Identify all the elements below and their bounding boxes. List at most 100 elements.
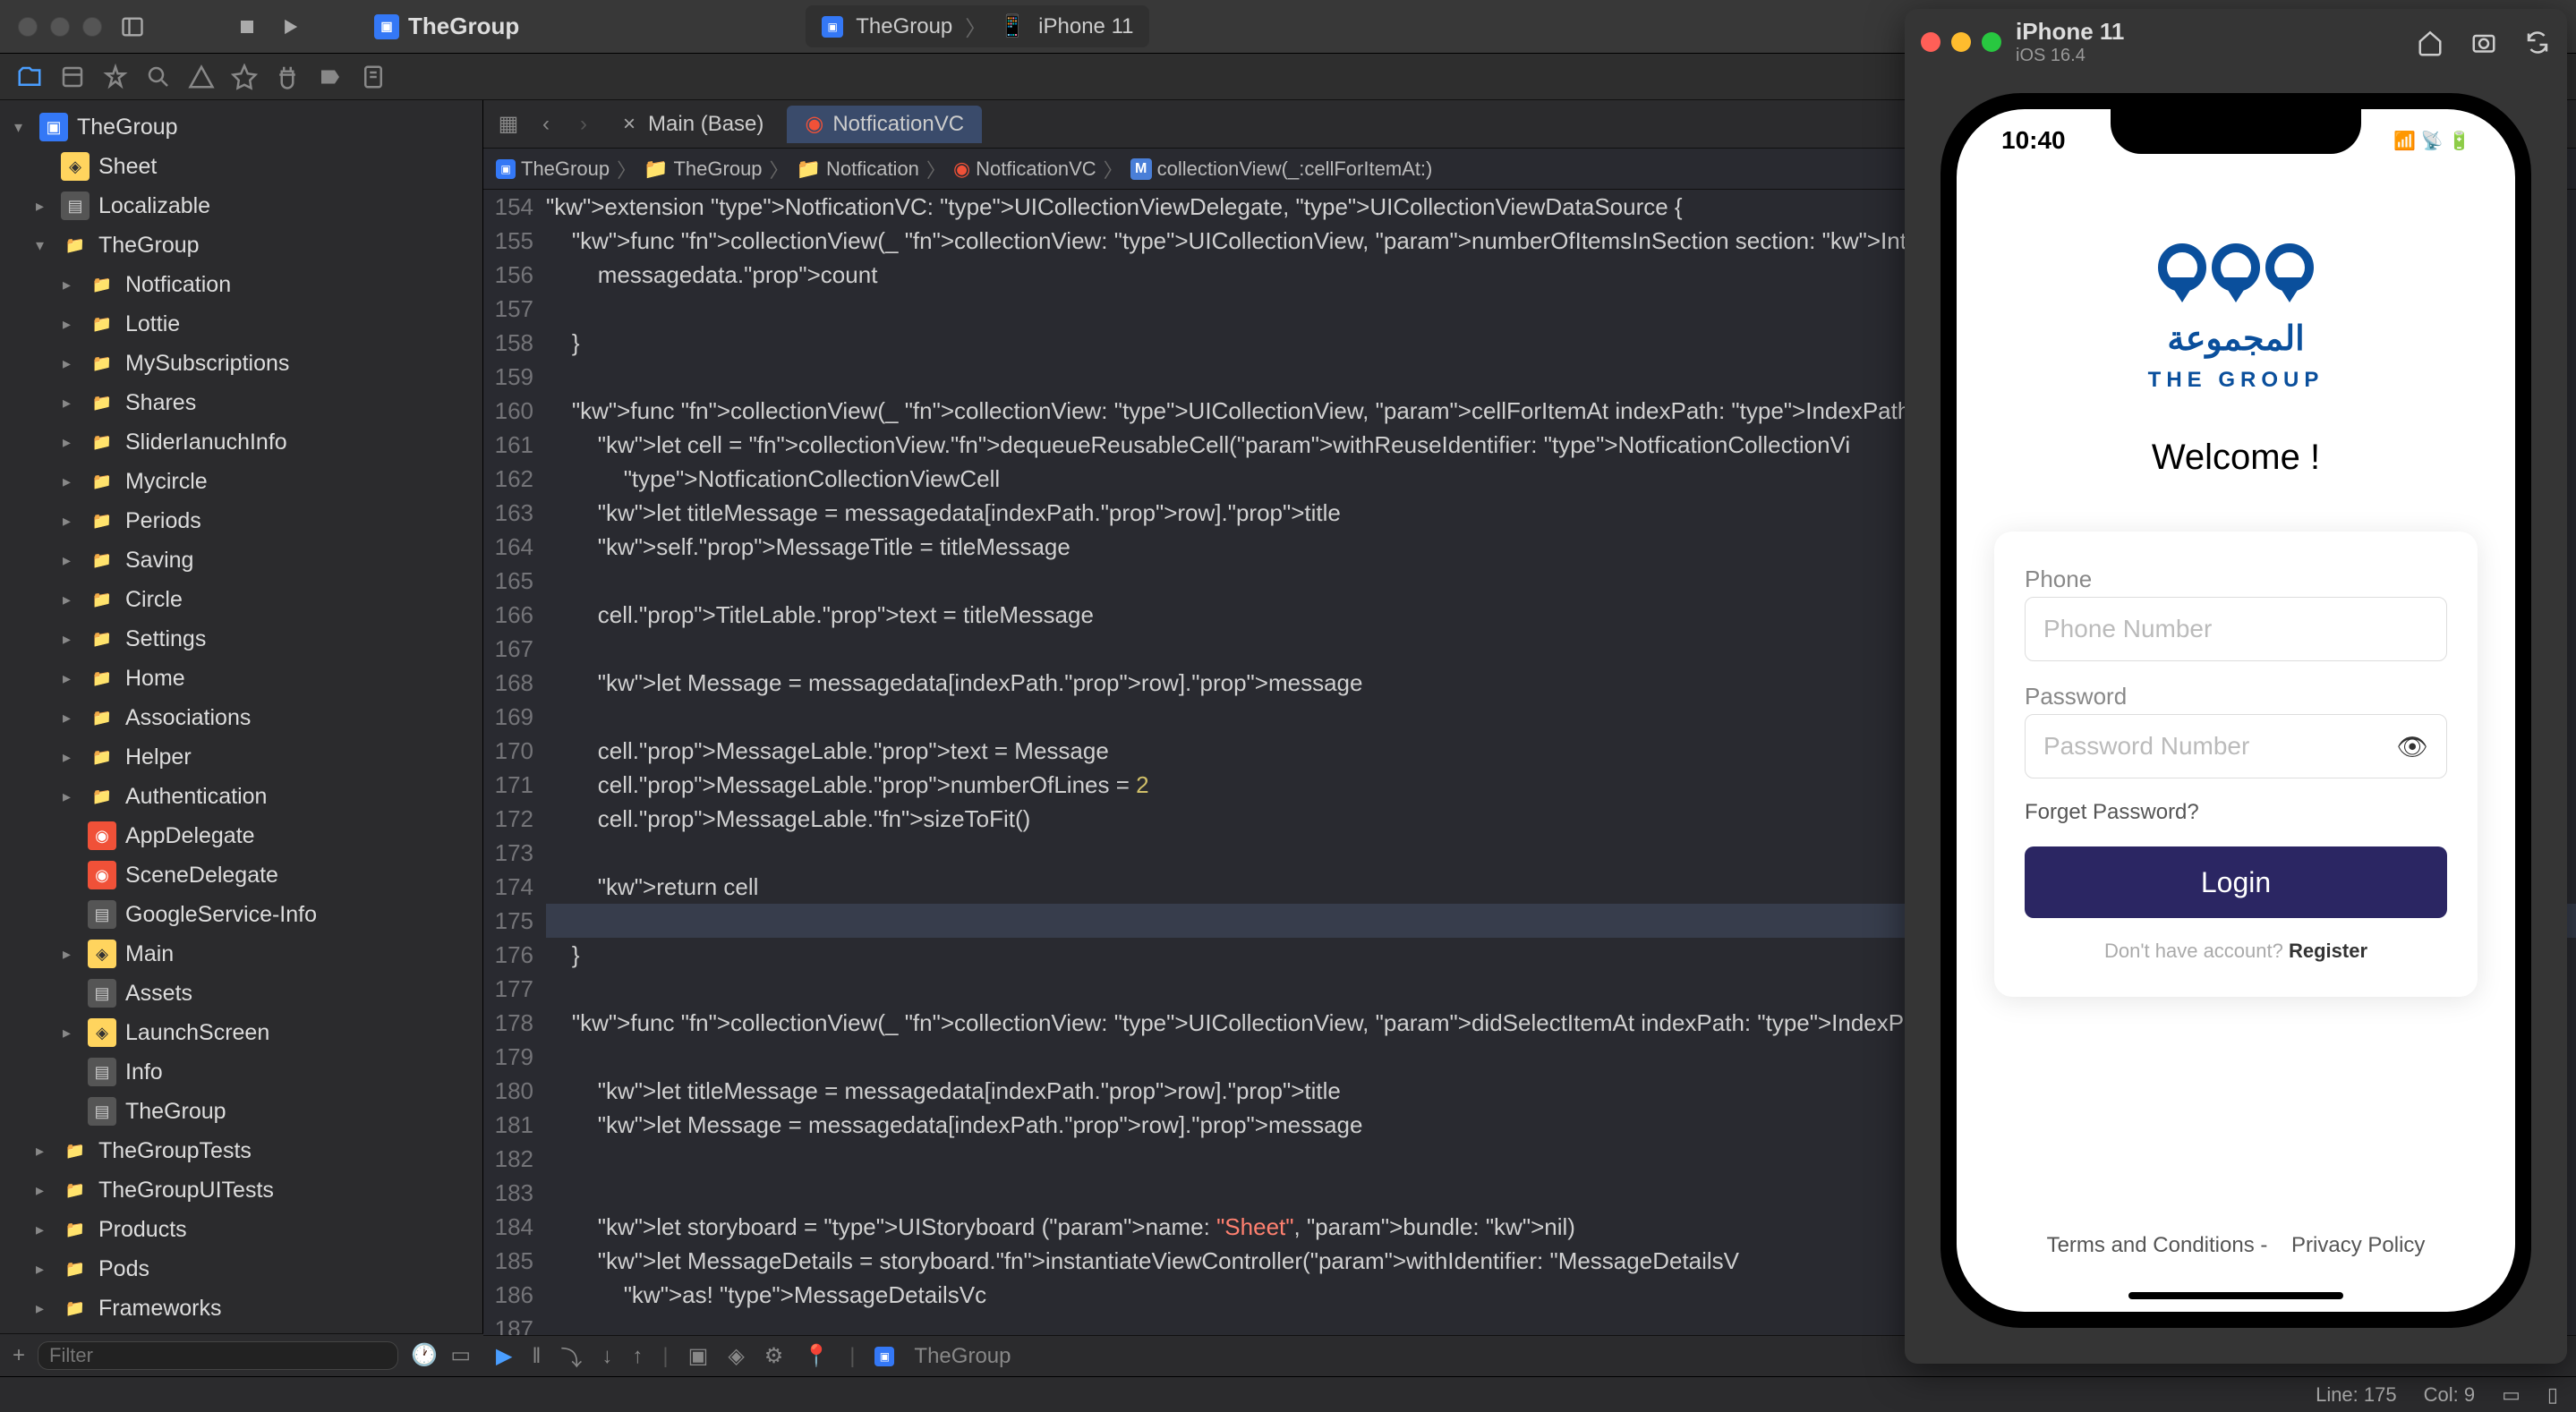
disclosure-icon[interactable]: ▸ bbox=[63, 748, 79, 767]
run-destination[interactable]: ▣ TheGroup 〉 📱 iPhone 11 bbox=[806, 5, 1149, 47]
recent-filter-icon[interactable]: 🕐 bbox=[411, 1342, 438, 1368]
sim-minimize-button[interactable] bbox=[1951, 32, 1971, 52]
step-into-icon[interactable]: ↓ bbox=[601, 1344, 612, 1369]
environment-icon[interactable]: ⚙ bbox=[764, 1343, 784, 1369]
tree-item[interactable]: ▤Info bbox=[0, 1052, 482, 1092]
tree-item[interactable]: ▸📁Circle bbox=[0, 580, 482, 619]
tab-notficationvc[interactable]: ◉ NotficationVC bbox=[787, 106, 982, 143]
crumb-folder2[interactable]: 📁 Notfication bbox=[797, 157, 919, 181]
eye-icon[interactable]: 👁 bbox=[2396, 732, 2428, 761]
login-button[interactable]: Login bbox=[2025, 846, 2447, 918]
simulator-window[interactable]: iPhone 11 iOS 16.4 10:40 📶 📡 🔋 bbox=[1905, 9, 2567, 1364]
close-icon[interactable]: × bbox=[623, 112, 635, 137]
forgot-password-link[interactable]: Forget Password? bbox=[2025, 800, 2447, 825]
project-navigator[interactable]: ▾ ▣ TheGroup ◈Sheet▸▤Localizable▾📁TheGro… bbox=[0, 100, 483, 1376]
disclosure-icon[interactable]: ▸ bbox=[63, 512, 79, 531]
screenshot-icon[interactable] bbox=[2470, 26, 2497, 59]
report-navigator-icon[interactable] bbox=[360, 64, 387, 90]
disclosure-icon[interactable]: ▸ bbox=[63, 394, 79, 413]
rotate-icon[interactable] bbox=[2524, 26, 2551, 59]
disclosure-icon[interactable]: ▸ bbox=[63, 787, 79, 806]
disclosure-icon[interactable]: ▸ bbox=[63, 709, 79, 727]
register-link[interactable]: Register bbox=[2289, 940, 2367, 962]
find-navigator-icon[interactable] bbox=[145, 64, 172, 90]
password-input[interactable]: Password Number 👁 bbox=[2025, 714, 2447, 778]
sim-close-button[interactable] bbox=[1921, 32, 1941, 52]
disclosure-icon[interactable]: ▸ bbox=[36, 1221, 52, 1239]
debug-view-icon[interactable]: ▣ bbox=[688, 1343, 709, 1369]
breakpoint-toggle-icon[interactable]: ▶ bbox=[496, 1343, 512, 1369]
close-window-button[interactable] bbox=[18, 17, 38, 37]
sim-zoom-button[interactable] bbox=[1982, 32, 2001, 52]
disclosure-icon[interactable]: ▸ bbox=[63, 472, 79, 491]
tree-item[interactable]: ▸📁Products bbox=[0, 1210, 482, 1249]
breakpoint-navigator-icon[interactable] bbox=[317, 64, 344, 90]
disclosure-icon[interactable]: ▸ bbox=[63, 315, 79, 334]
tree-item[interactable]: ▤Assets bbox=[0, 974, 482, 1013]
step-over-icon[interactable]: ⤵ bbox=[560, 1340, 582, 1372]
home-indicator[interactable] bbox=[2128, 1292, 2343, 1299]
add-icon[interactable]: + bbox=[13, 1343, 25, 1368]
disclosure-icon[interactable]: ▸ bbox=[63, 354, 79, 373]
disclosure-icon[interactable]: ▸ bbox=[63, 669, 79, 688]
tree-item[interactable]: ▸📁MySubscriptions bbox=[0, 344, 482, 383]
tree-root[interactable]: ▾ ▣ TheGroup bbox=[0, 107, 482, 147]
tree-item[interactable]: ▸📁Notfication bbox=[0, 265, 482, 304]
source-control-icon[interactable] bbox=[59, 64, 86, 90]
test-navigator-icon[interactable] bbox=[231, 64, 258, 90]
bookmark-navigator-icon[interactable] bbox=[102, 64, 129, 90]
home-icon[interactable] bbox=[2417, 26, 2444, 59]
tree-item[interactable]: ◉SceneDelegate bbox=[0, 855, 482, 895]
disclosure-icon[interactable]: ▸ bbox=[63, 551, 79, 570]
iphone-screen[interactable]: 10:40 📶 📡 🔋 المجموعة THE GROUP Welcome !… bbox=[1957, 109, 2515, 1312]
disclosure-icon[interactable]: ▸ bbox=[63, 630, 79, 649]
tree-item[interactable]: ▸📁Frameworks bbox=[0, 1289, 482, 1328]
debug-navigator-icon[interactable] bbox=[274, 64, 301, 90]
disclosure-icon[interactable]: ▸ bbox=[63, 945, 79, 964]
tree-item[interactable]: ▸▤Localizable bbox=[0, 186, 482, 225]
line-gutter[interactable]: 154 155 156 157 158 159 160 161 162 163 … bbox=[483, 190, 546, 1335]
scm-filter-icon[interactable]: ▭ bbox=[450, 1342, 471, 1368]
terms-link[interactable]: Terms and Conditions - bbox=[2047, 1233, 2268, 1257]
tree-item[interactable]: ▸📁Lottie bbox=[0, 304, 482, 344]
disclosure-icon[interactable]: ▸ bbox=[63, 276, 79, 294]
privacy-link[interactable]: Privacy Policy bbox=[2291, 1233, 2425, 1257]
disclosure-icon[interactable]: ▸ bbox=[36, 1181, 52, 1200]
scheme-selector[interactable]: ▣ TheGroup bbox=[374, 13, 519, 40]
crumb-folder[interactable]: 📁 TheGroup bbox=[644, 157, 762, 181]
crumb-method[interactable]: M collectionView(_:cellForItemAt:) bbox=[1130, 157, 1433, 181]
toggle-bottom-icon[interactable]: ▭ bbox=[2502, 1383, 2521, 1407]
tree-item[interactable]: ▸📁Mycircle bbox=[0, 462, 482, 501]
disclosure-icon[interactable]: ▸ bbox=[36, 1142, 52, 1161]
memory-graph-icon[interactable]: ◈ bbox=[728, 1343, 744, 1369]
minimize-window-button[interactable] bbox=[50, 17, 70, 37]
crumb-project[interactable]: ▣TheGroup bbox=[496, 157, 610, 181]
stop-button[interactable] bbox=[235, 14, 260, 39]
tree-item[interactable]: ▾📁TheGroup bbox=[0, 225, 482, 265]
tree-item[interactable]: ▸📁Authentication bbox=[0, 777, 482, 816]
tree-item[interactable]: ▸◈LaunchScreen bbox=[0, 1013, 482, 1052]
related-items-icon[interactable]: ▦ bbox=[492, 108, 525, 140]
disclosure-icon[interactable]: ▾ bbox=[36, 236, 52, 255]
disclosure-icon[interactable]: ▸ bbox=[63, 591, 79, 609]
tree-item[interactable]: ▸📁Helper bbox=[0, 737, 482, 777]
run-button[interactable] bbox=[277, 14, 303, 39]
tab-main[interactable]: × Main (Base) bbox=[605, 106, 781, 143]
tree-item[interactable]: ▸◈Main bbox=[0, 934, 482, 974]
tree-item[interactable]: ▤TheGroup bbox=[0, 1092, 482, 1131]
tree-item[interactable]: ▸📁TheGroupTests bbox=[0, 1131, 482, 1170]
tree-item[interactable]: ▸📁Settings bbox=[0, 619, 482, 659]
tree-item[interactable]: ▸📁Shares bbox=[0, 383, 482, 422]
tree-item[interactable]: ▸📁Home bbox=[0, 659, 482, 698]
filter-input[interactable] bbox=[38, 1341, 398, 1370]
sidebar-toggle-icon[interactable] bbox=[120, 14, 145, 39]
tree-item[interactable]: ▤GoogleService-Info bbox=[0, 895, 482, 934]
disclosure-icon[interactable]: ▸ bbox=[63, 433, 79, 452]
disclosure-icon[interactable]: ▸ bbox=[63, 1024, 79, 1042]
tree-item[interactable]: ▸📁Saving bbox=[0, 540, 482, 580]
disclosure-icon[interactable]: ▾ bbox=[14, 118, 30, 137]
location-icon[interactable]: 📍 bbox=[803, 1343, 830, 1369]
tree-item[interactable]: ▸📁TheGroupUITests bbox=[0, 1170, 482, 1210]
zoom-window-button[interactable] bbox=[82, 17, 102, 37]
pause-icon[interactable]: ‖ bbox=[532, 1344, 541, 1369]
